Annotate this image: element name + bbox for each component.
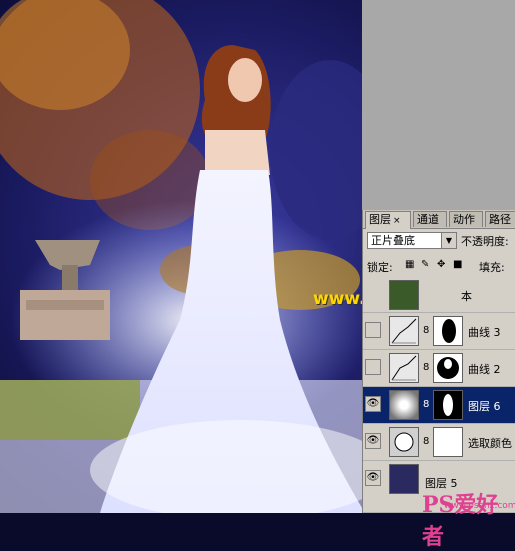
layer-name: 曲线 3 xyxy=(468,326,501,339)
layer-thumbnail xyxy=(389,464,419,494)
layer-row-selected[interactable]: 👁 8 图层 6 xyxy=(363,387,515,424)
brush-icon[interactable]: ✎ xyxy=(421,260,431,270)
layer-row[interactable]: 8 曲线 3 xyxy=(363,313,515,350)
layer-row[interactable]: 8 曲线 2 xyxy=(363,350,515,387)
panel-tab-bar: 图层 × 通道 动作 路径 xyxy=(363,210,515,229)
layer-name: 曲线 2 xyxy=(468,363,501,376)
move-icon[interactable]: ✥ xyxy=(437,260,447,270)
tab-channels[interactable]: 通道 xyxy=(413,211,447,227)
curves-icon xyxy=(391,355,417,381)
layer-mask-thumbnail xyxy=(433,353,463,383)
layers-panel: 图层 × 通道 动作 路径 正片叠底 ▼ 不透明度: 锁定: ▦ ✎ ✥ ■ 填充… xyxy=(362,210,515,513)
blend-mode-value: 正片叠底 xyxy=(371,234,415,247)
opacity-label: 不透明度: xyxy=(461,235,509,248)
layer-name: 选取颜色 xyxy=(468,437,512,450)
curves-thumbnail xyxy=(389,316,419,346)
eye-icon[interactable]: 👁 xyxy=(365,470,381,486)
layer-row[interactable]: 👁 8 选取颜色 xyxy=(363,424,515,461)
fill-label: 填充: xyxy=(479,261,505,274)
layer-thumbnail xyxy=(389,390,419,420)
layer-thumbnail xyxy=(389,280,419,310)
lock-icon[interactable]: ■ xyxy=(453,260,463,270)
curves-thumbnail xyxy=(389,353,419,383)
layers-list: 本 8 曲线 3 8 曲线 2 👁 8 图层 6 👁 8 选取颜色 👁 图层 5 xyxy=(363,278,515,513)
eye-icon[interactable]: 👁 xyxy=(365,433,381,449)
visibility-toggle[interactable] xyxy=(365,322,381,338)
visibility-toggle[interactable] xyxy=(365,359,381,375)
site-logo-url: www.psahz.com xyxy=(444,501,515,511)
eye-icon[interactable]: 👁 xyxy=(365,396,381,412)
layer-mask-thumbnail xyxy=(433,427,463,457)
selective-color-thumbnail xyxy=(389,427,419,457)
layer-name: 图层 6 xyxy=(468,400,501,413)
selective-color-icon xyxy=(394,432,414,452)
link-icon[interactable]: 8 xyxy=(423,325,429,336)
lock-transparency-icon[interactable]: ▦ xyxy=(405,260,415,270)
link-icon[interactable]: 8 xyxy=(423,362,429,373)
lock-label: 锁定: xyxy=(367,261,393,274)
layer-mask-thumbnail xyxy=(433,390,463,420)
blend-mode-select[interactable]: 正片叠底 ▼ xyxy=(367,232,457,249)
link-icon[interactable]: 8 xyxy=(423,436,429,447)
chevron-down-icon[interactable]: ▼ xyxy=(441,233,456,248)
close-icon[interactable]: × xyxy=(393,216,401,226)
layer-row[interactable]: 本 xyxy=(363,278,515,313)
curves-icon xyxy=(391,318,417,344)
layer-mask-thumbnail xyxy=(433,316,463,346)
layer-name: 本 xyxy=(461,290,472,303)
blend-row: 正片叠底 ▼ 不透明度: xyxy=(367,232,513,250)
tab-layers-label: 图层 xyxy=(369,213,391,226)
site-logo: PS爱好者 xyxy=(422,492,499,550)
lock-row: 锁定: ▦ ✎ ✥ ■ 填充: xyxy=(367,258,513,275)
tab-layers[interactable]: 图层 × xyxy=(365,211,411,229)
tab-paths[interactable]: 路径 xyxy=(485,211,515,227)
link-icon[interactable]: 8 xyxy=(423,399,429,410)
canvas-background xyxy=(362,0,515,210)
tab-actions[interactable]: 动作 xyxy=(449,211,483,227)
